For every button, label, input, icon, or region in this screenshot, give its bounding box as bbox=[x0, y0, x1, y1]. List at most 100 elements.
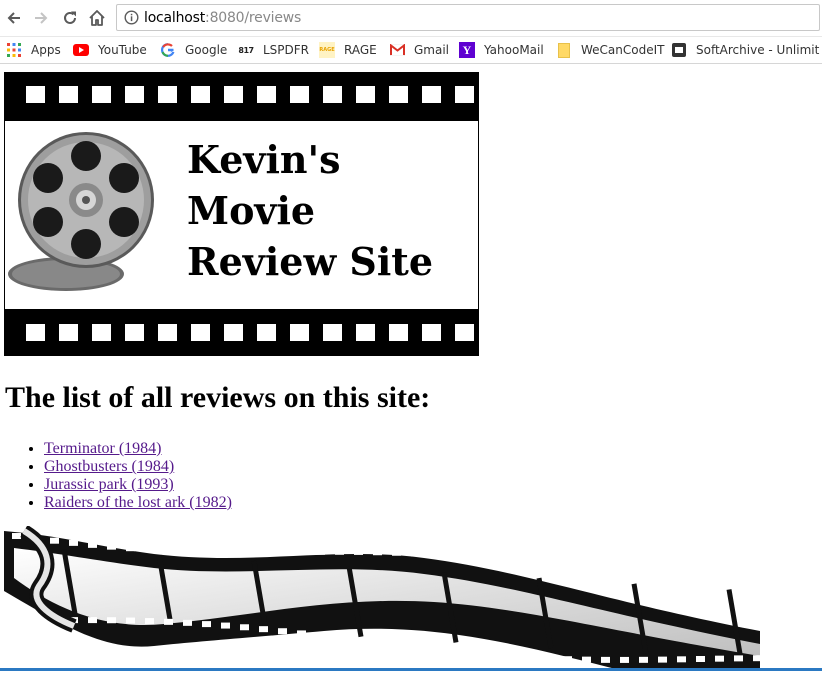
film-hole bbox=[12, 533, 21, 540]
sprocket-hole bbox=[323, 324, 342, 341]
site-title-line-3: Review Site bbox=[187, 239, 433, 284]
sprocket-hole bbox=[26, 324, 45, 341]
site-title-line-1: Kevin's bbox=[187, 137, 341, 182]
film-hole bbox=[411, 644, 420, 651]
forward-button[interactable] bbox=[31, 8, 51, 28]
sprocket-hole bbox=[389, 86, 408, 103]
sprocket-hole bbox=[59, 86, 78, 103]
bookmark-lspdfr[interactable]: 817 LSPDFR bbox=[238, 41, 309, 59]
site-title: Kevin's Movie Review Site bbox=[187, 134, 433, 287]
apps-grid-icon bbox=[6, 42, 22, 58]
review-link[interactable]: Ghostbusters (1984) bbox=[44, 458, 174, 475]
film-hole bbox=[107, 543, 116, 550]
bookmark-softarchive-label: SoftArchive - Unlimit bbox=[696, 43, 820, 57]
review-link[interactable]: Raiders of the lost ark (1982) bbox=[44, 494, 232, 511]
bookmark-rage[interactable]: RAGE RAGE bbox=[319, 41, 377, 59]
film-hole bbox=[468, 554, 477, 561]
film-hole bbox=[449, 648, 458, 655]
bookmark-gmail-label: Gmail bbox=[414, 43, 450, 57]
review-list: Terminator (1984) Ghostbusters (1984) Ju… bbox=[4, 440, 232, 512]
film-hole bbox=[601, 656, 610, 663]
film-hole bbox=[658, 576, 667, 583]
film-hole bbox=[411, 550, 420, 557]
film-hole bbox=[221, 549, 230, 556]
sprocket-hole bbox=[323, 86, 342, 103]
sprocket-hole bbox=[125, 86, 144, 103]
sprocket-hole bbox=[455, 86, 474, 103]
bookmark-wecancodeit[interactable]: WeCanCodeIT bbox=[556, 41, 664, 59]
sprocket-hole bbox=[257, 324, 276, 341]
film-hole bbox=[392, 549, 401, 556]
yahoo-icon: Y bbox=[459, 42, 475, 58]
film-hole bbox=[69, 539, 78, 546]
bookmark-rage-label: RAGE bbox=[344, 43, 377, 57]
sprocket-hole bbox=[59, 324, 78, 341]
bookmark-apps-label: Apps bbox=[31, 43, 61, 57]
url-path: :8080/reviews bbox=[205, 10, 302, 26]
home-icon bbox=[89, 10, 105, 26]
film-hole bbox=[487, 652, 496, 659]
bookmark-google-label: Google bbox=[185, 43, 228, 57]
rage-icon: RAGE bbox=[319, 42, 335, 58]
film-hole bbox=[677, 577, 686, 584]
list-item: Jurassic park (1993) bbox=[44, 476, 232, 494]
film-hole bbox=[354, 548, 363, 555]
bookmark-softarchive[interactable]: SoftArchive - Unlimit bbox=[671, 41, 819, 59]
page-content: Kevin's Movie Review Site The list of al… bbox=[0, 64, 822, 671]
sprocket-hole bbox=[158, 324, 177, 341]
bookmark-google[interactable]: Google bbox=[160, 41, 227, 59]
filmstrip-graphic bbox=[4, 524, 762, 671]
bookmark-yahoomail-label: YahooMail bbox=[484, 43, 544, 57]
bookmark-youtube-label: YouTube bbox=[98, 43, 147, 57]
forward-arrow-icon bbox=[35, 12, 48, 24]
url-text: localhost:8080/reviews bbox=[144, 10, 301, 26]
bookmark-apps[interactable]: Apps bbox=[6, 41, 61, 59]
film-hole bbox=[525, 560, 534, 567]
browser-toolbar: localhost:8080/reviews bbox=[0, 0, 822, 37]
review-link[interactable]: Terminator (1984) bbox=[44, 440, 162, 457]
google-icon bbox=[160, 42, 176, 58]
bookmark-gmail[interactable]: Gmail bbox=[389, 41, 449, 59]
film-hole bbox=[620, 656, 629, 663]
film-hole bbox=[202, 621, 211, 628]
film-hole bbox=[278, 628, 287, 635]
film-hole bbox=[164, 618, 173, 625]
film-hole bbox=[297, 548, 306, 555]
film-hole bbox=[715, 655, 724, 662]
film-hole bbox=[145, 546, 154, 553]
sprocket-hole bbox=[389, 324, 408, 341]
bookmark-lspdfr-label: LSPDFR bbox=[263, 43, 310, 57]
sprocket-hole bbox=[455, 324, 474, 341]
review-link[interactable]: Jurassic park (1993) bbox=[44, 476, 174, 493]
sprocket-hole bbox=[92, 324, 111, 341]
softarchive-icon bbox=[671, 42, 687, 58]
bookmark-youtube[interactable]: YouTube bbox=[73, 41, 147, 59]
sprocket-hole bbox=[92, 86, 111, 103]
film-hole bbox=[373, 549, 382, 556]
film-hole bbox=[715, 580, 724, 587]
bookmarks-bar: Apps YouTube Google 817 LSPDFR RAGE RAGE bbox=[0, 37, 822, 64]
url-host: localhost bbox=[144, 10, 206, 26]
bookmark-yahoomail[interactable]: Y YahooMail bbox=[459, 41, 544, 59]
film-hole bbox=[430, 646, 439, 653]
film-hole bbox=[544, 655, 553, 662]
info-icon[interactable] bbox=[124, 10, 139, 25]
film-hole bbox=[468, 650, 477, 657]
address-bar[interactable]: localhost:8080/reviews bbox=[116, 4, 820, 31]
film-hole bbox=[544, 562, 553, 569]
film-hole bbox=[734, 581, 743, 588]
sprocket-hole bbox=[422, 86, 441, 103]
back-button[interactable] bbox=[4, 8, 24, 28]
home-button[interactable] bbox=[87, 8, 107, 28]
reload-button[interactable] bbox=[60, 8, 80, 28]
page-heading: The list of all reviews on this site: bbox=[5, 381, 431, 414]
film-hole bbox=[734, 655, 743, 662]
gmail-icon bbox=[389, 42, 405, 58]
film-hole bbox=[88, 617, 97, 624]
film-hole bbox=[12, 617, 21, 624]
lspdfr-icon: 817 bbox=[238, 45, 254, 55]
film-hole bbox=[202, 548, 211, 555]
sprocket-hole bbox=[26, 86, 45, 103]
sprocket-hole bbox=[125, 324, 144, 341]
back-arrow-icon bbox=[7, 12, 20, 24]
